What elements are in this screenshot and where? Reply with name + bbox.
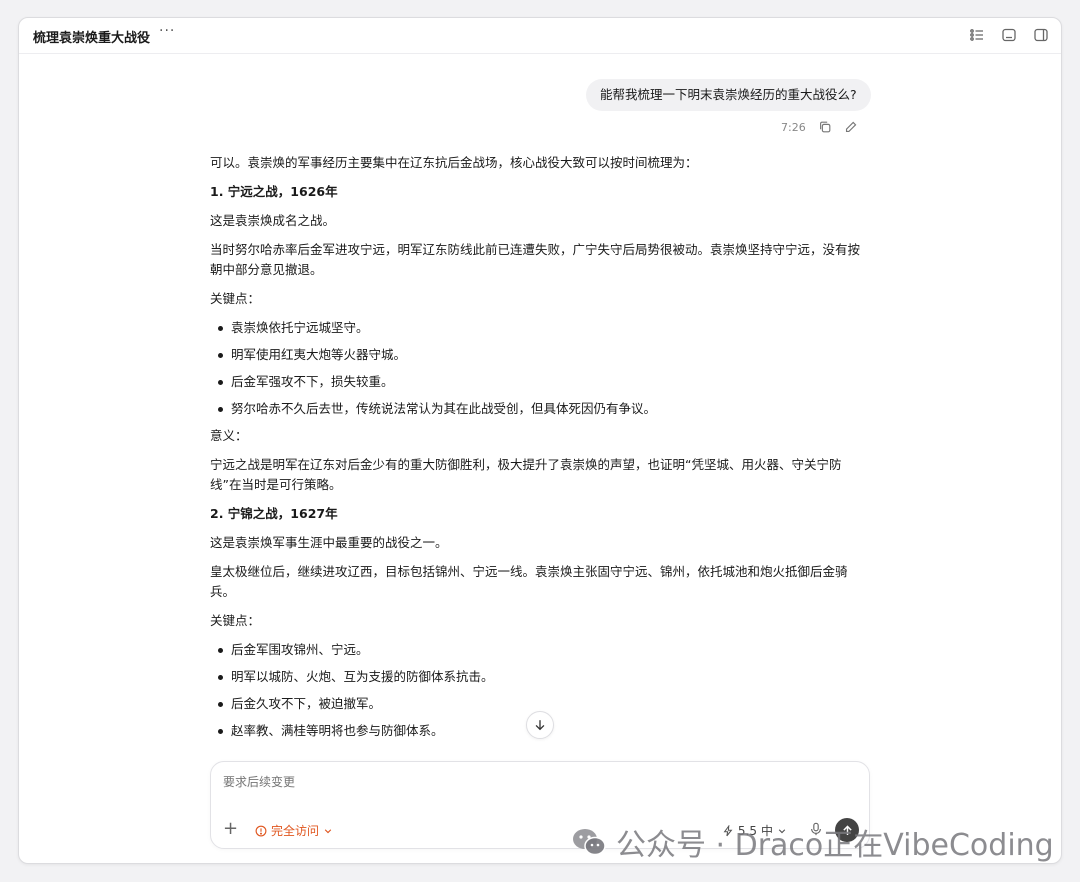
composer-input[interactable] [223, 775, 823, 789]
access-mode-button[interactable]: 完全访问 [255, 822, 333, 839]
edit-icon[interactable] [844, 120, 858, 134]
battle1-meaning-label: 意义： [210, 428, 248, 443]
battle2-lead: 这是袁崇焕军事生涯中最重要的战役之一。 [210, 535, 448, 550]
battle1-keypoints-list: 袁崇焕依托宁远城坚守。 明军使用红夷大炮等火器守城。 后金军强攻不下，损失较重。… [210, 318, 870, 419]
more-options-button[interactable]: ··· [159, 23, 175, 39]
warning-icon [255, 825, 267, 836]
sidebar-toggle-icon[interactable] [1033, 27, 1049, 43]
arrow-down-icon [535, 720, 545, 731]
answer-intro: 可以。袁崇焕的军事经历主要集中在辽东抗后金战场，核心战役大致可以按时间梳理为： [210, 155, 698, 170]
battle1-meaning: 宁远之战是明军在辽东对后金少有的重大防御胜利，极大提升了袁崇焕的声望，也证明“凭… [210, 457, 842, 492]
battle1-title: 1. 宁远之战，1626年 [210, 184, 338, 199]
message-time: 7:26 [781, 120, 806, 134]
minimize-panel-icon[interactable] [1001, 27, 1017, 43]
assistant-answer: 可以。袁崇焕的军事经历主要集中在辽东抗后金战场，核心战役大致可以按时间梳理为： … [210, 153, 870, 748]
chat-title: 梳理袁崇焕重大战役 [33, 31, 151, 46]
battle1-keypoints-label: 关键点： [210, 291, 261, 306]
watermark: 公众号 · Draco正在VibeCoding [570, 820, 1054, 864]
watermark-text: 公众号 · Draco正在VibeCoding [616, 828, 1054, 863]
top-right-icons [969, 27, 1049, 43]
copy-icon[interactable] [818, 120, 832, 134]
message-meta-row: 7:26 [781, 120, 858, 134]
list-item: 后金军围攻锦州、宁远。 [210, 640, 870, 660]
battle2-keypoints-label: 关键点： [210, 613, 261, 628]
list-item: 努尔哈赤不久后去世，传统说法常认为其在此战受创，但具体死因仍有争议。 [210, 399, 870, 419]
battle2-title: 2. 宁锦之战，1627年 [210, 506, 338, 521]
battle1-desc: 当时努尔哈赤率后金军进攻宁远，明军辽东防线此前已连遭失败，广宁失守后局势很被动。… [210, 242, 861, 277]
wechat-logo-icon [573, 829, 606, 856]
list-item: 明军使用红夷大炮等火器守城。 [210, 345, 870, 365]
top-bar: 梳理袁崇焕重大战役 ··· [19, 18, 1061, 54]
chevron-down-icon [324, 828, 332, 833]
battle2-desc: 皇太极继位后，继续进攻辽西，目标包括锦州、宁远一线。袁崇焕主张固守宁远、锦州，依… [210, 564, 848, 599]
list-item: 袁崇焕依托宁远城坚守。 [210, 318, 870, 338]
list-item: 后金军强攻不下，损失较重。 [210, 372, 870, 392]
scroll-to-bottom-button[interactable] [526, 711, 554, 739]
app-window: 梳理袁崇焕重大战役 ··· 能帮我梳理一下明末袁崇焕经历的重大战役么? 7:26 [18, 17, 1062, 864]
list-icon[interactable] [969, 27, 985, 43]
plus-icon[interactable]: + [223, 820, 238, 838]
battle1-lead: 这是袁崇焕成名之战。 [210, 213, 336, 228]
access-mode-label: 完全访问 [271, 824, 320, 838]
user-message-bubble: 能帮我梳理一下明末袁崇焕经历的重大战役么? [586, 79, 871, 111]
list-item: 明军以城防、火炮、互为支援的防御体系抗击。 [210, 667, 870, 687]
